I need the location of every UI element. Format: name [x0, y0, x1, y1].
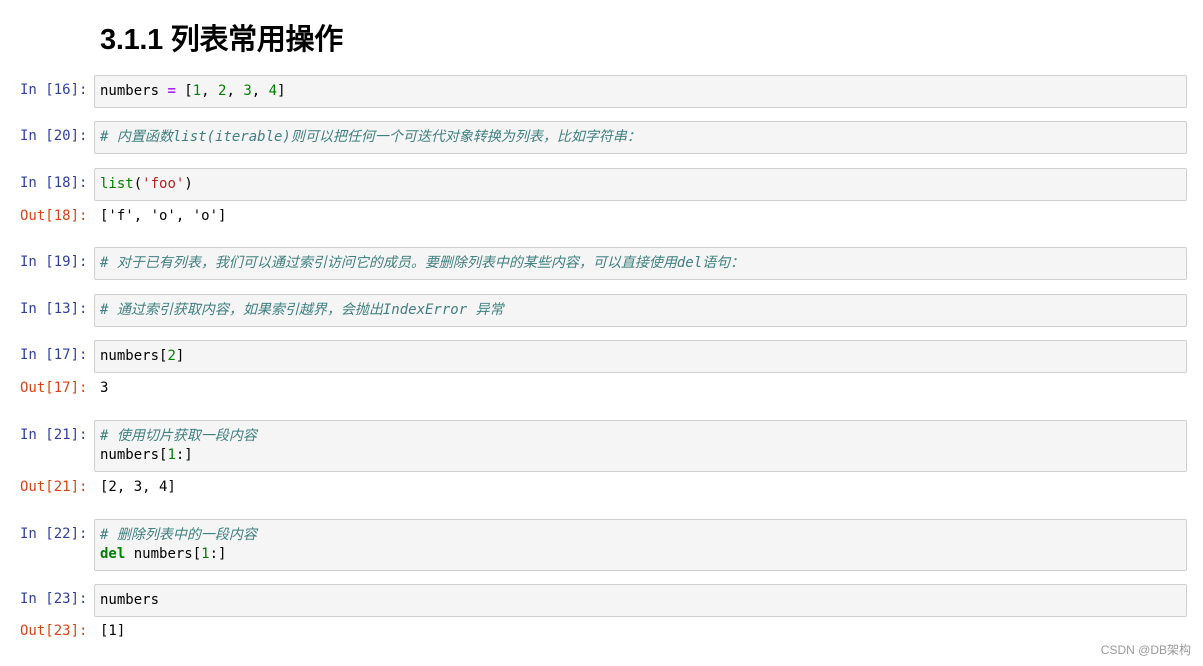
code-token: =: [167, 83, 176, 99]
code-token: :]: [209, 546, 227, 562]
section-heading: 3.1.1 列表常用操作: [100, 24, 343, 56]
code-cell-input[interactable]: numbers[2]: [94, 340, 1187, 373]
code-token: ,: [251, 83, 269, 99]
code-comment: # 通过索引获取内容，如果索引越界，会抛出IndexError 异常: [100, 302, 504, 318]
code-cell-input[interactable]: # 内置函数list(iterable)则可以把任何一个可迭代对象转换为列表，比…: [94, 121, 1187, 154]
code-token: ,: [201, 83, 219, 99]
input-prompt: In [16]:: [20, 82, 88, 98]
code-comment: # 内置函数list(iterable)则可以把任何一个可迭代对象转换为列表，比…: [100, 129, 641, 145]
code-token: 1: [201, 546, 210, 562]
code-cell-input[interactable]: # 通过索引获取内容，如果索引越界，会抛出IndexError 异常: [94, 294, 1187, 327]
code-text: # 删除列表中的一段内容 del numbers[1:]: [95, 520, 1186, 570]
code-token: numbers[: [100, 348, 168, 364]
code-token: 1: [192, 83, 202, 99]
code-text: # 使用切片获取一段内容 numbers[1:]: [95, 421, 1186, 471]
code-cell-input[interactable]: numbers: [94, 584, 1187, 617]
output-prompt: Out[23]:: [20, 623, 88, 639]
output-text: [2, 3, 4]: [100, 479, 176, 495]
code-token: ]: [175, 348, 185, 364]
code-token: [: [175, 83, 193, 99]
input-prompt: In [22]:: [20, 526, 88, 542]
code-token: (: [133, 176, 143, 192]
input-prompt: In [17]:: [20, 347, 88, 363]
input-prompt: In [23]:: [20, 591, 88, 607]
code-token: numbers[: [125, 546, 202, 562]
code-text: numbers[2]: [95, 341, 1186, 372]
code-cell-input[interactable]: numbers = [1, 2, 3, 4]: [94, 75, 1187, 108]
code-text: numbers: [95, 585, 1186, 616]
code-token: ): [184, 176, 193, 192]
code-token: numbers: [100, 592, 160, 608]
input-prompt: In [21]:: [20, 427, 88, 443]
output-text: [1]: [100, 623, 126, 639]
code-token: 2: [167, 348, 176, 364]
code-cell-input[interactable]: # 对于已有列表，我们可以通过索引访问它的成员。要删除列表中的某些内容，可以直接…: [94, 247, 1187, 280]
code-text: list('foo'): [95, 169, 1186, 200]
output-prompt: Out[21]:: [20, 479, 88, 495]
code-comment: # 对于已有列表，我们可以通过索引访问它的成员。要删除列表中的某些内容，可以直接…: [100, 255, 745, 271]
code-text: # 对于已有列表，我们可以通过索引访问它的成员。要删除列表中的某些内容，可以直接…: [95, 248, 1186, 279]
code-token: :]: [175, 447, 193, 463]
input-prompt: In [19]:: [20, 254, 88, 270]
code-token: list: [100, 176, 134, 192]
code-token: 'foo': [142, 176, 185, 192]
code-token: 1: [167, 447, 176, 463]
code-token: numbers: [100, 83, 168, 99]
output-text: ['f', 'o', 'o']: [100, 208, 227, 224]
code-comment: # 使用切片获取一段内容: [100, 428, 257, 444]
watermark: CSDN @DB架构: [1100, 643, 1191, 657]
code-token: 4: [268, 83, 278, 99]
code-token: ,: [226, 83, 244, 99]
input-prompt: In [20]:: [20, 128, 88, 144]
code-text: # 通过索引获取内容，如果索引越界，会抛出IndexError 异常: [95, 295, 1186, 326]
code-text: # 内置函数list(iterable)则可以把任何一个可迭代对象转换为列表，比…: [95, 122, 1186, 153]
output-text: 3: [100, 380, 109, 396]
code-token: numbers[: [100, 447, 168, 463]
code-token: ]: [277, 83, 286, 99]
code-cell-input[interactable]: # 删除列表中的一段内容 del numbers[1:]: [94, 519, 1187, 571]
code-comment: # 删除列表中的一段内容: [100, 527, 257, 543]
input-prompt: In [18]:: [20, 175, 88, 191]
output-prompt: Out[17]:: [20, 380, 88, 396]
code-text: numbers = [1, 2, 3, 4]: [95, 76, 1186, 107]
input-prompt: In [13]:: [20, 301, 88, 317]
output-prompt: Out[18]:: [20, 208, 88, 224]
code-cell-input[interactable]: # 使用切片获取一段内容 numbers[1:]: [94, 420, 1187, 472]
code-token: del: [100, 546, 126, 562]
code-cell-input[interactable]: list('foo'): [94, 168, 1187, 201]
code-token: 3: [243, 83, 252, 99]
